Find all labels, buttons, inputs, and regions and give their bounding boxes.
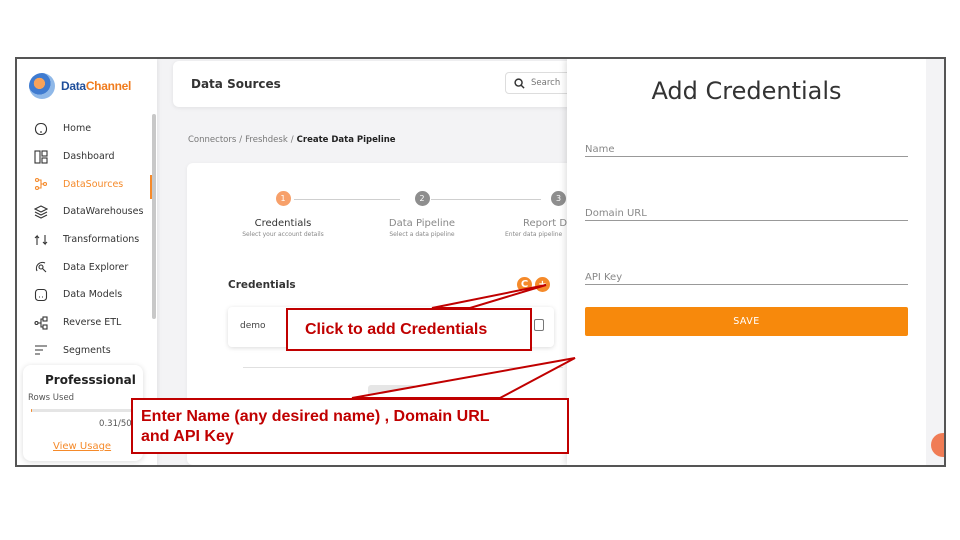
step-number: 3 (551, 191, 566, 206)
usage-progress-bar (31, 409, 135, 412)
database-icon (33, 204, 49, 220)
sidebar-item-label: DataSources (63, 178, 124, 190)
transform-icon (33, 232, 49, 248)
callout-line-2: and API Key (141, 428, 234, 445)
sidebar-item-label: Transformations (63, 234, 140, 246)
sidebar-item-datasources[interactable]: DataSources (17, 170, 157, 198)
view-usage-link[interactable]: View Usage (53, 441, 111, 452)
domain-url-field[interactable] (585, 201, 908, 221)
step-label: Credentials (254, 218, 312, 229)
page-title: Data Sources (191, 77, 281, 91)
name-field[interactable] (585, 137, 908, 157)
divider (243, 367, 563, 368)
logo-mark-icon (29, 73, 55, 99)
sidebar-item-label: Dashboard (63, 151, 115, 163)
credential-name: demo (240, 321, 266, 331)
logo-text: DataChannel (61, 79, 132, 93)
sidebar-item-datawarehouses[interactable]: DataWarehouses (17, 198, 157, 226)
credentials-actions: C + (514, 277, 550, 292)
sidebar-item-transformations[interactable]: Transformations (17, 226, 157, 254)
sidebar-item-home[interactable]: Home (17, 115, 157, 143)
save-button[interactable]: SAVE (585, 307, 908, 336)
sidebar-scrollbar[interactable] (152, 114, 156, 319)
sidebar-item-dashboard[interactable]: Dashboard (17, 143, 157, 171)
sidebar-item-segments[interactable]: Segments (17, 337, 157, 365)
callout-enter-fields: Enter Name (any desired name) , Domain U… (131, 398, 569, 454)
api-key-field[interactable] (585, 265, 908, 285)
background-strip (926, 59, 944, 465)
sidebar-item-label: Reverse ETL (63, 317, 122, 329)
usage-progress-fill (31, 409, 33, 412)
search-icon (514, 77, 525, 89)
edit-icon[interactable] (534, 319, 544, 331)
logo[interactable]: DataChannel (29, 73, 131, 99)
breadcrumb-current: Create Data Pipeline (296, 135, 396, 145)
step-number: 1 (275, 191, 291, 206)
breadcrumb-connectors[interactable]: Connectors (188, 135, 236, 145)
plan-title: Professsional (45, 373, 136, 387)
credentials-heading: Credentials (228, 279, 296, 291)
reverse-etl-icon (33, 315, 49, 331)
callout-line-1: Enter Name (any desired name) , Domain U… (141, 408, 490, 425)
add-credentials-icon[interactable]: + (535, 277, 550, 292)
step-label: Data Pipeline (388, 218, 456, 229)
rows-used-label: Rows Used (28, 393, 75, 403)
drawer-title: Add Credentials (651, 77, 842, 105)
name-input[interactable] (585, 144, 908, 155)
step-sub: Select a data pipeline (389, 231, 455, 238)
segments-icon (33, 342, 49, 358)
step-report[interactable]: 3 Report D Enter data pipeline (505, 191, 575, 238)
breadcrumb-freshdesk[interactable]: Freshdesk (245, 135, 288, 145)
sidebar-item-reverse-etl[interactable]: Reverse ETL (17, 309, 157, 337)
sidebar-item-label: Home (63, 123, 92, 135)
api-key-input[interactable] (585, 272, 908, 283)
dashboard-icon (33, 149, 49, 165)
plan-card: Professsional Rows Used 0.31/50M View Us… (23, 365, 143, 461)
datasources-icon (33, 176, 49, 192)
active-item-marker (150, 175, 152, 199)
sidebar-item-label: Data Explorer (63, 261, 129, 273)
step-sub: Enter data pipeline (505, 231, 563, 238)
sidebar-item-label: Data Models (63, 289, 123, 301)
domain-url-input[interactable] (585, 208, 908, 219)
step-data-pipeline[interactable]: 2 Data Pipeline Select a data pipeline (372, 191, 472, 238)
models-icon (33, 287, 49, 303)
breadcrumb-separator: / (290, 135, 294, 145)
step-label: Report D (523, 218, 568, 229)
step-sub: Select your account details (242, 231, 324, 238)
refresh-icon[interactable]: C (517, 277, 532, 292)
breadcrumb: Connectors / Freshdesk / Create Data Pipelin… (188, 135, 396, 145)
step-credentials[interactable]: 1 Credentials Select your account detail… (233, 191, 333, 238)
sidebar-nav: Home Dashboard DataSources DataWarehouse… (17, 115, 157, 364)
breadcrumb-separator: / (239, 135, 243, 145)
sidebar-item-label: DataWarehouses (63, 206, 144, 218)
home-icon (33, 121, 49, 137)
add-credentials-drawer: Add Credentials SAVE (567, 59, 926, 465)
explorer-icon (33, 259, 49, 275)
sidebar-item-data-models[interactable]: Data Models (17, 281, 157, 309)
step-number: 2 (414, 191, 430, 206)
sidebar-item-data-explorer[interactable]: Data Explorer (17, 253, 157, 281)
sidebar-item-label: Segments (63, 344, 111, 356)
callout-add-credentials: Click to add Credentials (286, 308, 532, 351)
